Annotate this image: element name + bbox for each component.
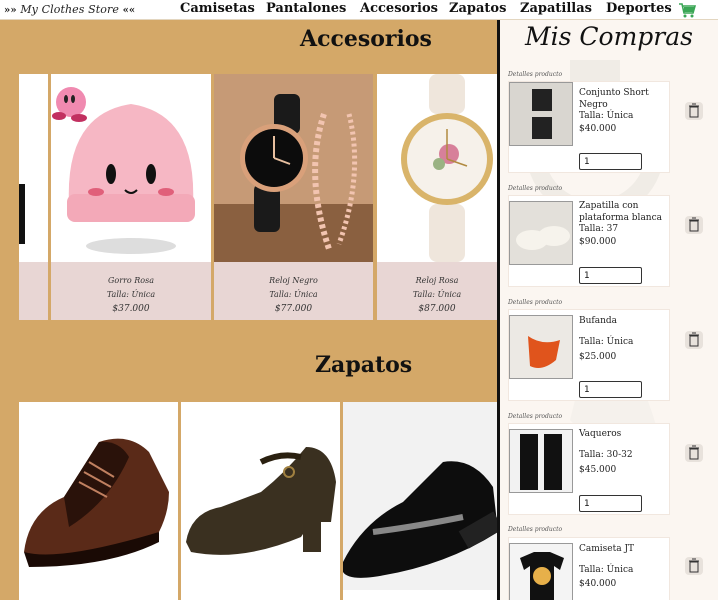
trash-icon[interactable] [685, 444, 703, 462]
cart-item-price: $45.000 [579, 465, 617, 475]
nav-zapatos[interactable]: Zapatos [449, 1, 506, 16]
brand-name: My Clothes Store [20, 3, 119, 16]
section-title-accesorios: Accesorios [300, 26, 432, 52]
product-image-gorro [51, 74, 211, 262]
trash-icon[interactable] [685, 102, 703, 120]
cart-item-label: Detalles producto [508, 526, 563, 533]
cart-item-name: Vaqueros [579, 429, 622, 439]
cart-item-size: Talla: Única [579, 111, 634, 121]
cart-item-name: Zapatilla con plataforma blanca [579, 201, 663, 223]
cart-item-quantity-input[interactable] [579, 381, 642, 398]
product-size: Talla: Única [269, 290, 318, 299]
nav-pantalones[interactable]: Pantalones [266, 1, 346, 16]
product-name: Reloj Rosa [415, 276, 459, 285]
cart-item-2: Zapatilla con plataforma blanca Talla: 3… [508, 195, 670, 287]
cart-item-1: Conjunto Short Negro Talla: Única $40.00… [508, 81, 670, 173]
product-name: Reloj Negro [269, 276, 318, 285]
cart-item-quantity-input[interactable] [579, 495, 642, 512]
cart-item-thumbnail [509, 543, 573, 600]
cart-item-quantity-input[interactable] [579, 153, 642, 170]
cart-item-label: Detalles producto [508, 299, 563, 306]
cart-title: Mis Compras [525, 22, 693, 51]
cart-icon[interactable] [678, 2, 696, 18]
product-info: Gorro Rosa Talla: Única $37.000 [51, 262, 211, 320]
product-card-gorro-rosa[interactable]: Gorro Rosa Talla: Única $37.000 [51, 74, 211, 320]
product-size: Talla: Única [106, 290, 156, 299]
cart-item-size: Talla: 37 [579, 224, 619, 234]
brand-left-marks: »» [4, 5, 17, 16]
product-size: Talla: Única [412, 290, 462, 299]
cart-item-size: Talla: Única [579, 337, 634, 347]
product-card-reloj-negro[interactable]: Reloj Negro Talla: Única $77.000 [214, 74, 373, 320]
nav-deportes[interactable]: Deportes [606, 1, 672, 16]
brand-right-marks: «« [122, 5, 136, 16]
trash-icon[interactable] [685, 557, 703, 575]
cart-sidebar: Mis Compras Detalles producto Conjunto S… [497, 20, 718, 600]
cart-item-thumbnail [509, 429, 573, 493]
cart-item-size: Talla: 30-32 [579, 450, 633, 460]
trash-icon[interactable] [685, 331, 703, 349]
product-card-zapato-1[interactable] [19, 402, 178, 600]
cart-item-thumbnail [509, 201, 573, 265]
cart-item-quantity-input[interactable] [579, 267, 642, 284]
cart-item-name: Bufanda [579, 316, 618, 326]
nav-accesorios[interactable]: Accesorios [360, 1, 438, 16]
product-image-zapato-glitter [181, 402, 340, 590]
product-image-reloj-negro [214, 74, 373, 262]
cart-item-thumbnail [509, 82, 573, 146]
product-image-reloj-rosa [377, 74, 497, 262]
product-card-zapato-3[interactable] [343, 402, 497, 600]
trash-icon[interactable] [685, 216, 703, 234]
cart-item-label: Detalles producto [508, 185, 563, 192]
top-nav-bar: »» My Clothes Store «« Camisetas Pantalo… [0, 0, 718, 20]
product-price: $77.000 [274, 304, 313, 314]
cart-item-thumbnail [509, 315, 573, 379]
product-image-zapato-charol [343, 402, 497, 590]
nav-camisetas[interactable]: Camisetas [180, 1, 255, 16]
cart-item-label: Detalles producto [508, 413, 563, 420]
product-info: Reloj Rosa Talla: Única $87.000 [377, 262, 497, 320]
products-area: Accesorios Gorro Rosa Talla: Única $37.0… [0, 20, 497, 600]
product-card-zapato-2[interactable] [181, 402, 340, 600]
cart-item-3: Bufanda Talla: Única $25.000 [508, 309, 670, 401]
cart-item-price: $40.000 [579, 124, 617, 134]
product-price: $87.000 [418, 304, 456, 314]
product-info: Reloj Negro Talla: Única $77.000 [214, 262, 373, 320]
cart-item-name: Camiseta JT [579, 544, 635, 554]
cart-item-label: Detalles producto [508, 71, 563, 78]
product-price: $37.000 [112, 304, 150, 314]
product-card-reloj-rosa[interactable]: Reloj Rosa Talla: Única $87.000 [377, 74, 497, 320]
section-title-zapatos: Zapatos [315, 352, 413, 378]
product-card-partial[interactable] [19, 74, 48, 320]
cart-item-5: Camiseta JT Talla: Única $40.000 [508, 537, 670, 600]
product-image-zapato-oxford [19, 402, 178, 590]
brand-logo[interactable]: »» My Clothes Store «« [4, 3, 135, 16]
nav-zapatillas[interactable]: Zapatillas [520, 1, 592, 16]
cart-item-price: $90.000 [579, 237, 617, 247]
cart-item-price: $25.000 [579, 352, 617, 362]
cart-item-price: $40.000 [579, 579, 617, 589]
cart-item-size: Talla: Única [579, 565, 634, 575]
product-name: Gorro Rosa [108, 276, 154, 285]
product-image [19, 74, 48, 262]
cart-item-name: Conjunto Short Negro [579, 88, 649, 110]
cart-item-4: Vaqueros Talla: 30-32 $45.000 [508, 423, 670, 515]
